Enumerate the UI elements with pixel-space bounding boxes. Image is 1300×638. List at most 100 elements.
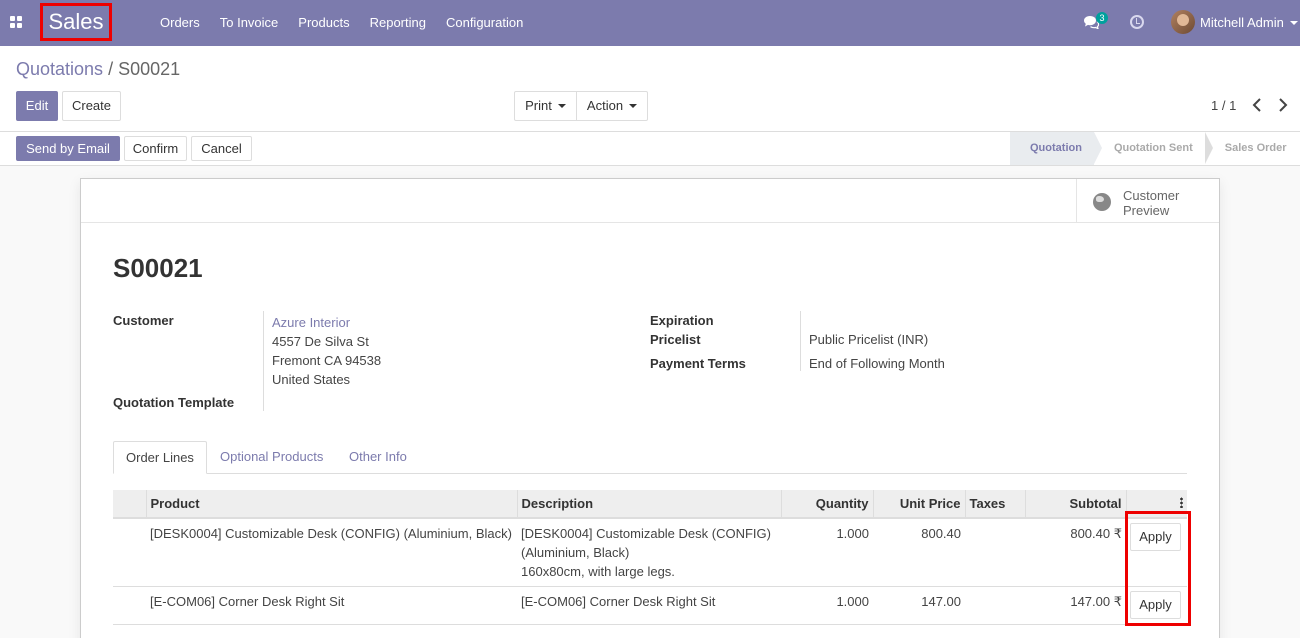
print-label: Print (525, 98, 552, 113)
menu-configuration[interactable]: Configuration (436, 0, 533, 46)
column-header-product[interactable]: Product (145, 490, 517, 519)
customer-preview-label: Customer Preview (1123, 188, 1179, 218)
preview-label-line1: Customer (1123, 188, 1180, 203)
chevron-left-icon[interactable] (1252, 98, 1262, 112)
pager-value[interactable]: 1 / 1 (1211, 98, 1236, 113)
action-button[interactable]: Action (576, 91, 648, 121)
menu-orders[interactable]: Orders (150, 0, 210, 46)
breadcrumb-current: S00021 (118, 59, 181, 79)
taxes-cell[interactable] (965, 586, 1025, 625)
chevron-right-icon[interactable] (1278, 98, 1288, 112)
stage-quotation-sent: Quotation Sent (1094, 132, 1213, 165)
optional-columns-toggle[interactable] (1125, 490, 1187, 519)
menu-products[interactable]: Products (288, 0, 359, 46)
customer-link[interactable]: Azure Interior (272, 315, 350, 330)
address-line: Fremont CA 94538 (272, 353, 382, 368)
form-sheet: Customer Preview S00021 Customer Azure I… (80, 178, 1220, 638)
chat-count-badge: 3 (1096, 12, 1108, 24)
globe-icon (1093, 193, 1111, 211)
description-line: [E-COM06] Corner Desk Right Sit (521, 594, 716, 609)
breadcrumb-separator: / (108, 59, 114, 79)
customer-field: Azure Interior 4557 De Silva St Fremont … (272, 313, 381, 389)
stage-label: Quotation (1030, 142, 1082, 154)
description-cell[interactable]: [E-COM06] Corner Desk Right Sit (517, 586, 781, 625)
user-name[interactable]: Mitchell Admin (1200, 0, 1284, 46)
clock-icon[interactable] (1130, 15, 1144, 29)
statusbar: Send by Email Confirm Cancel Quotation Q… (0, 132, 1300, 166)
action-label: Action (586, 98, 624, 113)
subtotal-cell: 147.00 ₹ (1025, 586, 1126, 625)
expiration-label: Expiration (650, 313, 714, 328)
table-header-row: Product Description Quantity Unit Price … (113, 490, 1187, 519)
description-line: (Aluminium, Black) (521, 545, 630, 560)
description-line: [DESK0004] Customizable Desk (CONFIG) (521, 526, 771, 541)
notebook-tabs: Order Lines Optional Products Other Info (113, 441, 1187, 474)
payment-terms-field[interactable]: End of Following Month (809, 356, 945, 371)
field-separator (263, 311, 264, 411)
main-menu: Orders To Invoice Products Reporting Con… (150, 0, 533, 46)
preview-label-line2: Preview (1123, 203, 1170, 218)
menu-reporting[interactable]: Reporting (360, 0, 436, 46)
field-separator (800, 311, 801, 371)
stage-sales-order: Sales Order (1205, 132, 1299, 165)
confirm-button[interactable]: Confirm (124, 136, 187, 161)
column-header-quantity[interactable]: Quantity (780, 490, 873, 519)
description-line: 160x80cm, with large legs. (521, 564, 675, 579)
apply-button[interactable]: Apply (1130, 591, 1181, 619)
taxes-cell[interactable] (965, 518, 1025, 587)
menu-to-invoice[interactable]: To Invoice (210, 0, 289, 46)
tab-order-lines[interactable]: Order Lines (113, 441, 207, 474)
column-header-subtotal[interactable]: Subtotal (1024, 490, 1126, 519)
avatar[interactable] (1171, 10, 1195, 34)
order-lines-table: Product Description Quantity Unit Price … (113, 490, 1187, 625)
stage-quotation: Quotation (1010, 132, 1102, 165)
quantity-cell[interactable]: 1.000 (781, 518, 873, 587)
record-title: S00021 (113, 253, 203, 283)
send-by-email-button[interactable]: Send by Email (16, 136, 120, 161)
smart-button-box: Customer Preview (81, 179, 1219, 223)
customer-preview-button[interactable]: Customer Preview (1076, 179, 1219, 223)
quotation-template-label: Quotation Template (113, 395, 235, 410)
apply-button[interactable]: Apply (1130, 523, 1181, 551)
stage-progress: Quotation Quotation Sent Sales Order (1010, 132, 1299, 165)
unit-price-cell[interactable]: 800.40 (873, 518, 965, 587)
breadcrumb-quotations[interactable]: Quotations (16, 59, 103, 79)
customer-label: Customer (113, 313, 174, 328)
print-button[interactable]: Print (514, 91, 577, 121)
cancel-button[interactable]: Cancel (191, 136, 252, 161)
pricelist-label: Pricelist (650, 332, 701, 347)
handle-column-header (113, 490, 146, 519)
top-navbar: Sales Orders To Invoice Products Reporti… (0, 0, 1300, 46)
column-header-taxes[interactable]: Taxes (964, 490, 1025, 519)
edit-button[interactable]: Edit (16, 91, 58, 121)
stage-label: Sales Order (1224, 142, 1287, 154)
kebab-menu-icon[interactable] (1180, 497, 1183, 508)
table-row[interactable]: [DESK0004] Customizable Desk (CONFIG) (A… (113, 518, 1187, 587)
app-name[interactable]: Sales (40, 3, 112, 41)
subtotal-cell: 800.40 ₹ (1025, 518, 1126, 587)
table-row[interactable]: [E-COM06] Corner Desk Right Sit [E-COM06… (113, 586, 1187, 625)
tab-other-info[interactable]: Other Info (337, 441, 419, 474)
pricelist-field[interactable]: Public Pricelist (INR) (809, 332, 928, 347)
row-handle (113, 586, 146, 625)
stage-label: Quotation Sent (1113, 142, 1193, 154)
unit-price-cell[interactable]: 147.00 (873, 586, 965, 625)
product-cell[interactable]: [DESK0004] Customizable Desk (CONFIG) (A… (146, 518, 517, 587)
address-line: United States (272, 372, 351, 387)
control-panel: Quotations / S00021 Edit Create Print Ac… (0, 46, 1300, 132)
quantity-cell[interactable]: 1.000 (781, 586, 873, 625)
apps-icon[interactable] (10, 16, 22, 28)
apply-cell: Apply (1126, 518, 1187, 587)
caret-down-icon (557, 103, 566, 108)
column-header-description[interactable]: Description (516, 490, 781, 519)
row-handle (113, 518, 146, 587)
create-button[interactable]: Create (62, 91, 121, 121)
product-cell[interactable]: [E-COM06] Corner Desk Right Sit (146, 586, 517, 625)
description-cell[interactable]: [DESK0004] Customizable Desk (CONFIG) (A… (517, 518, 781, 587)
breadcrumb: Quotations / S00021 (16, 59, 180, 80)
chevron-down-icon[interactable] (1290, 21, 1298, 25)
tab-optional-products[interactable]: Optional Products (208, 441, 335, 474)
payment-terms-label: Payment Terms (650, 356, 746, 371)
address-line: 4557 De Silva St (272, 334, 369, 349)
column-header-unit-price[interactable]: Unit Price (872, 490, 965, 519)
